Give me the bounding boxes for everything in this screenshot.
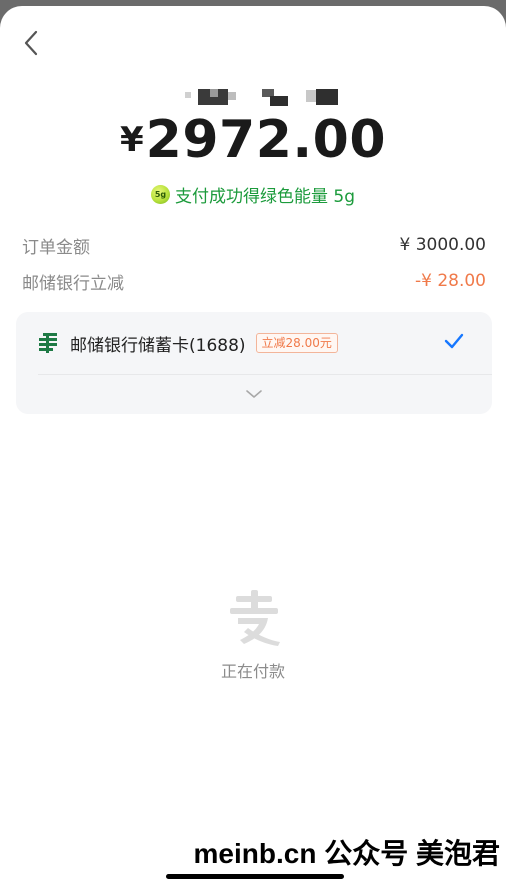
discount-value: -¥ 28.00	[414, 271, 486, 291]
payment-amount: ¥2972.00	[0, 114, 506, 166]
chevron-left-icon	[24, 30, 38, 56]
chevron-down-icon	[246, 390, 262, 398]
currency-symbol: ¥	[119, 120, 144, 160]
merchant-name-blurred	[0, 86, 506, 108]
checkmark-icon	[444, 333, 464, 349]
discount-badge: 立减28.00元	[255, 333, 338, 353]
bank-card-name: 邮储银行储蓄卡(1688)	[70, 335, 246, 356]
expand-methods-button[interactable]	[16, 376, 492, 412]
energy-text: 支付成功得绿色能量 5g	[174, 186, 355, 207]
payment-method-option[interactable]: 邮储银行储蓄卡(1688) 立减28.00元	[16, 312, 492, 374]
home-indicator[interactable]	[166, 874, 344, 879]
alipay-logo-icon	[230, 590, 280, 646]
order-amount-value: ¥ 3000.00	[399, 235, 486, 255]
discount-label: 邮储银行立减	[22, 273, 124, 294]
amount-value: 2972.00	[145, 110, 386, 170]
discount-row: 邮储银行立减 -¥ 28.00	[22, 268, 486, 294]
back-button[interactable]	[18, 26, 44, 60]
card-divider	[38, 374, 492, 375]
watermark-text: meinb.cn 公众号 美泡君	[193, 838, 500, 869]
payment-method-card: 邮储银行储蓄卡(1688) 立减28.00元	[16, 312, 492, 414]
payment-sheet: ¥2972.00 5g 支付成功得绿色能量 5g 订单金额 ¥ 3000.00 …	[0, 6, 506, 879]
green-energy-reward: 5g 支付成功得绿色能量 5g	[0, 182, 506, 207]
order-amount-row: 订单金额 ¥ 3000.00	[22, 232, 486, 258]
energy-ball-icon: 5g	[150, 184, 170, 204]
loading-text: 正在付款	[220, 662, 285, 681]
postal-bank-icon	[39, 333, 57, 353]
order-amount-label: 订单金额	[22, 237, 90, 258]
